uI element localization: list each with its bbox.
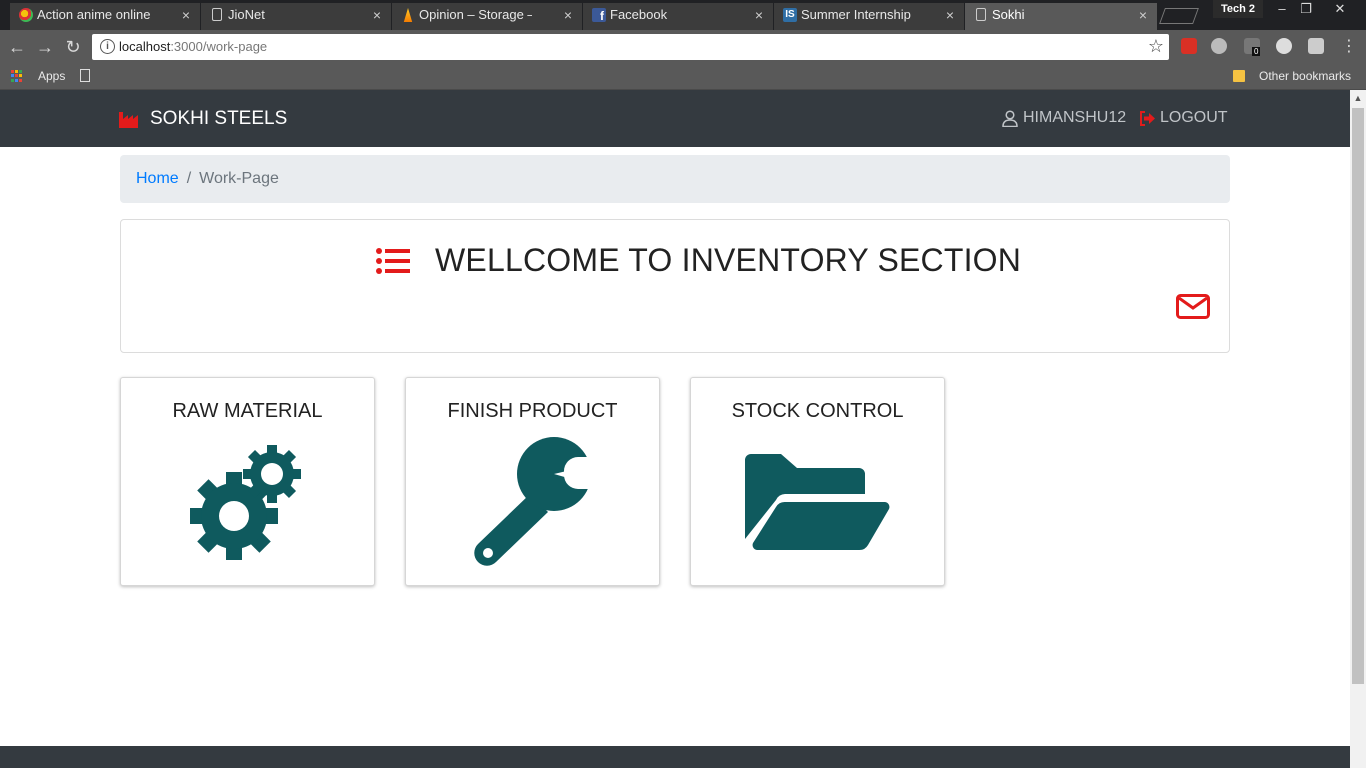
- tab-title: Action anime online - Pa: [37, 7, 150, 22]
- tab-close-icon[interactable]: ×: [564, 3, 572, 27]
- user-link[interactable]: HIMANSHU12: [1002, 109, 1126, 127]
- extension-cloud-icon[interactable]: [1211, 38, 1227, 54]
- scroll-up-arrow-icon[interactable]: ▲: [1350, 90, 1366, 106]
- list-icon: [376, 248, 410, 274]
- reload-icon[interactable]: ↻: [62, 36, 84, 58]
- brand-name: SOKHI STEELS: [150, 108, 288, 129]
- raw-material-card[interactable]: RAW MATERIAL: [120, 377, 375, 586]
- extension-badge-icon[interactable]: 0: [1244, 38, 1261, 56]
- new-tab-button[interactable]: [1159, 8, 1199, 24]
- page-icon: [976, 8, 986, 21]
- url-text[interactable]: localhost:3000/work-page: [119, 39, 267, 54]
- logout-label: LOGOUT: [1160, 109, 1228, 126]
- page-scrollbar[interactable]: ▲: [1350, 90, 1366, 768]
- browser-tab-internship[interactable]: IS Summer Internship 2018 ×: [774, 3, 964, 30]
- breadcrumb-separator: /: [186, 170, 192, 187]
- browser-tab-facebook[interactable]: f Facebook ×: [583, 3, 773, 30]
- browser-toolbar: ← → ↻ i localhost:3000/work-page ☆ 0 ⋮: [0, 30, 1366, 63]
- extension-badge-count: 0: [1252, 47, 1261, 56]
- scroll-thumb[interactable]: [1352, 108, 1364, 684]
- tab-close-icon[interactable]: ×: [755, 3, 763, 27]
- tab-title: Opinion – Storage – Fireb: [419, 7, 532, 22]
- card-title: FINISH PRODUCT: [447, 400, 618, 422]
- card-title: STOCK CONTROL: [731, 400, 904, 422]
- username: HIMANSHU12: [1023, 109, 1127, 126]
- gears-icon: [190, 445, 301, 560]
- welcome-title: WELLCOME TO INVENTORY SECTION: [435, 242, 1022, 278]
- facebook-icon: f: [592, 8, 606, 23]
- other-bookmarks[interactable]: Other bookmarks: [1259, 69, 1351, 83]
- page-footer: [0, 746, 1350, 768]
- envelope-icon[interactable]: [1176, 294, 1210, 319]
- browser-tab-sokhi[interactable]: Sokhi ×: [965, 3, 1157, 30]
- finish-product-card[interactable]: FINISH PRODUCT: [405, 377, 660, 586]
- stock-control-card[interactable]: STOCK CONTROL: [690, 377, 945, 586]
- is-logo-icon: IS: [783, 8, 797, 22]
- folder-open-icon: [745, 454, 890, 551]
- tab-close-icon[interactable]: ×: [1139, 3, 1147, 27]
- browser-tab-firebase[interactable]: Opinion – Storage – Fireb ×: [392, 3, 582, 30]
- breadcrumb-home[interactable]: Home: [136, 170, 179, 188]
- tab-favicon-icon: [19, 8, 33, 22]
- url-host: localhost: [119, 39, 171, 54]
- browser-tab-action-anime[interactable]: Action anime online - Pa ×: [10, 3, 200, 30]
- page-icon: [212, 8, 222, 21]
- url-path: :3000/work-page: [170, 39, 268, 54]
- sign-out-icon: [1140, 110, 1155, 126]
- restore-icon[interactable]: ❐: [1292, 0, 1320, 18]
- apps-grid-icon[interactable]: [11, 70, 23, 82]
- app-navbar: SOKHI STEELS HIMANSHU12 LOGOUT: [0, 90, 1350, 147]
- tab-title: Sokhi: [992, 7, 1025, 22]
- tab-title: Summer Internship 2018: [801, 7, 914, 22]
- brand-link[interactable]: SOKHI STEELS: [119, 108, 287, 130]
- tab-close-icon[interactable]: ×: [946, 3, 954, 27]
- factory-icon: [119, 112, 138, 128]
- tab-title: JioNet: [228, 7, 265, 22]
- extension-v-icon[interactable]: [1308, 38, 1324, 54]
- firebase-icon: [403, 8, 413, 22]
- browser-tab-jionet[interactable]: JioNet ×: [201, 3, 391, 30]
- address-bar[interactable]: i localhost:3000/work-page ☆: [92, 34, 1169, 60]
- page-icon[interactable]: [80, 69, 90, 82]
- tab-close-icon[interactable]: ×: [373, 3, 381, 27]
- breadcrumb-current: Work-Page: [199, 170, 279, 187]
- browser-menu-icon[interactable]: ⋮: [1338, 36, 1360, 58]
- logout-link[interactable]: LOGOUT: [1139, 109, 1228, 127]
- extension-red-icon[interactable]: [1181, 38, 1197, 54]
- bookmark-star-icon[interactable]: ☆: [1148, 36, 1164, 57]
- welcome-card: WELLCOME TO INVENTORY SECTION: [120, 219, 1230, 353]
- window-close-icon[interactable]: ✕: [1325, 0, 1355, 18]
- page-viewport: SOKHI STEELS HIMANSHU12 LOGOUT Home / Wo…: [0, 90, 1350, 768]
- tab-close-icon[interactable]: ×: [182, 3, 190, 27]
- browser-tab-strip: Action anime online - Pa × JioNet × Opin…: [0, 0, 1366, 30]
- apps-bookmark[interactable]: Apps: [38, 69, 65, 83]
- folder-icon: [1233, 70, 1245, 82]
- site-info-icon[interactable]: i: [100, 39, 115, 54]
- user-icon: [1002, 109, 1018, 127]
- wrench-icon: [474, 437, 596, 566]
- extension-circle-icon[interactable]: [1276, 38, 1292, 54]
- profile-chip[interactable]: Tech 2: [1213, 0, 1263, 18]
- bookmarks-bar: Apps Other bookmarks: [0, 63, 1366, 90]
- forward-icon[interactable]: →: [34, 36, 56, 58]
- tab-title: Facebook: [610, 7, 668, 22]
- back-icon[interactable]: ←: [6, 36, 28, 58]
- breadcrumb: Home / Work-Page: [120, 155, 1230, 203]
- card-title: RAW MATERIAL: [172, 400, 323, 422]
